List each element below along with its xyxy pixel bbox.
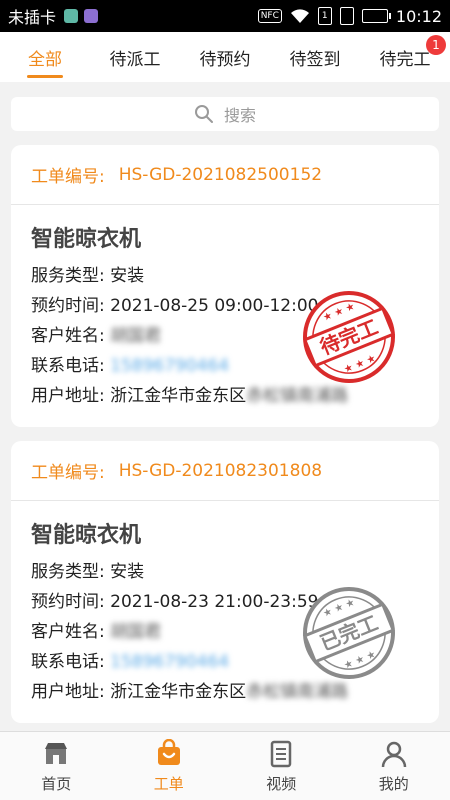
field-label: 预约时间:	[31, 592, 105, 612]
tab-pending-appointment[interactable]: 待预约	[180, 32, 270, 82]
field-label: 预约时间:	[31, 296, 105, 316]
gallery-notification-icon	[84, 9, 99, 23]
carrier-label: 未插卡	[8, 8, 57, 27]
address-detail: 赤松镇南浦路	[246, 682, 349, 702]
order-number: HS-GD-2021082301808	[118, 460, 323, 481]
search-icon	[194, 105, 213, 123]
address-detail: 赤松镇南浦路	[246, 386, 349, 406]
sim2-icon	[339, 7, 354, 25]
pending-completion-stamp: 待完工 ★ ★ ★ ★ ★ ★	[302, 291, 396, 383]
phone-link[interactable]: 15896790464	[110, 356, 229, 376]
battery-icon	[361, 9, 391, 23]
product-name: 智能晾衣机	[31, 227, 142, 252]
field-label: 客户姓名:	[31, 622, 105, 642]
clock: 10:12	[395, 6, 442, 26]
appointment-time-value: 2021-08-23 21:00-23:59	[110, 592, 319, 612]
address-value: 浙江金华市金东区	[110, 386, 247, 406]
video-doc-icon	[271, 740, 292, 767]
nav-profile[interactable]: 我的	[338, 732, 450, 800]
field-label: 用户地址:	[31, 682, 105, 702]
profile-icon	[381, 741, 406, 767]
appointment-time-value: 2021-08-25 09:00-12:00	[110, 296, 319, 316]
search-bar[interactable]: 搜索	[11, 97, 439, 131]
order-number-row: 工单编号: HS-GD-2021082500152	[11, 145, 439, 205]
tab-all[interactable]: 全部	[0, 32, 90, 82]
tab-label: 待派工	[109, 49, 161, 70]
field-label: 服务类型:	[31, 266, 105, 286]
order-status-tabs: 全部 待派工 待预约 待签到 待完工 1	[0, 32, 450, 82]
status-bar: 未插卡 NFC 1 10:12	[0, 0, 450, 32]
product-name: 智能晾衣机	[31, 523, 142, 548]
nav-home[interactable]: 首页	[0, 732, 113, 800]
sim1-icon: 1	[317, 7, 332, 25]
customer-name-value: 胡国君	[110, 622, 162, 642]
tab-label: 全部	[28, 49, 62, 70]
tab-pending-checkin[interactable]: 待签到	[270, 32, 360, 82]
nav-video[interactable]: 视频	[225, 732, 338, 800]
order-bag-icon	[157, 738, 180, 765]
phone-link[interactable]: 15896790464	[110, 652, 229, 672]
wifi-icon	[290, 9, 309, 23]
tab-label: 待签到	[289, 49, 341, 70]
search-placeholder: 搜索	[223, 106, 256, 125]
order-number: HS-GD-2021082500152	[118, 164, 323, 185]
nfc-icon: NFC	[257, 9, 282, 23]
nav-orders[interactable]: 工单	[113, 732, 226, 800]
tab-pending-dispatch[interactable]: 待派工	[90, 32, 180, 82]
field-label: 服务类型:	[31, 562, 105, 582]
customer-name-value: 胡国君	[110, 326, 162, 346]
field-label: 客户姓名:	[31, 326, 105, 346]
address-value: 浙江金华市金东区	[110, 682, 247, 702]
bottom-navigation: 首页 工单 视频 我的	[0, 731, 450, 800]
nav-label: 视频	[266, 774, 297, 793]
tab-pending-completion[interactable]: 待完工 1	[360, 32, 450, 82]
tab-label: 待完工	[379, 49, 431, 70]
unread-badge: 1	[426, 35, 446, 55]
order-card[interactable]: 工单编号: HS-GD-2021082500152 智能晾衣机 服务类型: 安装…	[11, 145, 439, 427]
nav-label: 我的	[378, 774, 409, 793]
order-number-label: 工单编号:	[31, 167, 105, 187]
field-label: 联系电话:	[31, 356, 105, 376]
nav-label: 工单	[153, 774, 184, 793]
app-notification-icon	[64, 9, 79, 23]
tab-label: 待预约	[199, 49, 251, 70]
order-card[interactable]: 工单编号: HS-GD-2021082301808 智能晾衣机 服务类型: 安装…	[11, 441, 439, 723]
home-store-icon	[45, 742, 68, 764]
service-type-value: 安装	[110, 266, 145, 286]
service-type-value: 安装	[110, 562, 145, 582]
order-number-label: 工单编号:	[31, 463, 105, 483]
completed-stamp: 已完工 ★ ★ ★ ★ ★ ★	[302, 587, 396, 679]
nav-label: 首页	[41, 774, 72, 793]
field-label: 联系电话:	[31, 652, 105, 672]
order-number-row: 工单编号: HS-GD-2021082301808	[11, 441, 439, 501]
field-label: 用户地址:	[31, 386, 105, 406]
